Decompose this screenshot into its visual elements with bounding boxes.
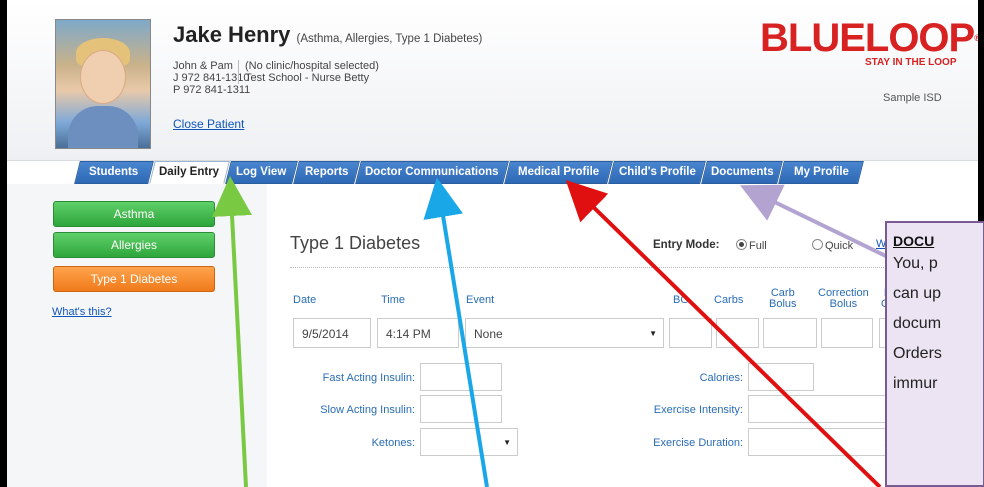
arrow-doctor-communications (423, 177, 489, 487)
callout-line: docum (893, 315, 942, 332)
callout-line: immur (893, 375, 938, 392)
annotation-arrows (212, 176, 926, 487)
arrow-medical-profile (565, 180, 882, 487)
callout-line: can up (893, 285, 942, 302)
arrow-daily-entry (212, 176, 253, 487)
callout-line: Orders (893, 345, 942, 362)
callout-line: You, p (893, 255, 938, 272)
callout-title: DOCU (893, 233, 935, 249)
documents-callout: DOCU You, p can up docum Orders immur (885, 221, 984, 487)
